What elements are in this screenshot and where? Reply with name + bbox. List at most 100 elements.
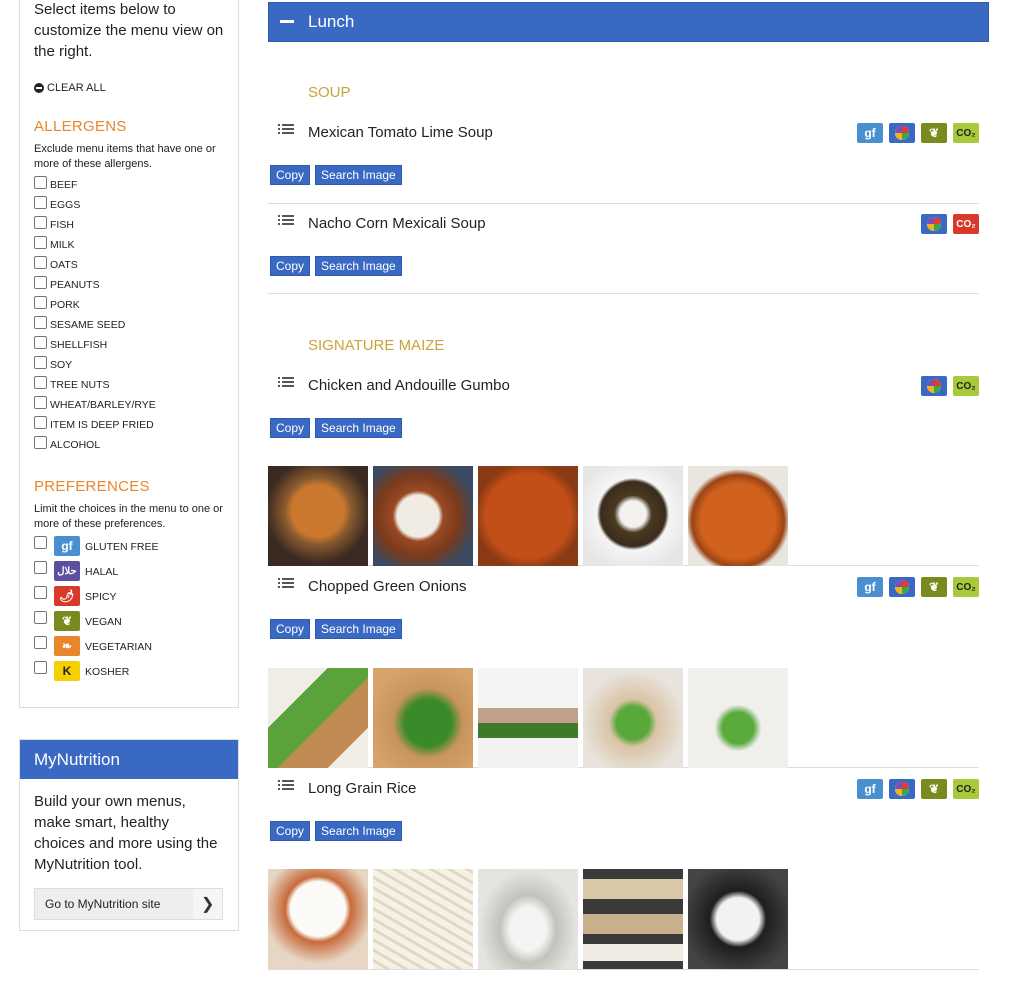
- checkbox[interactable]: [34, 216, 47, 229]
- checkbox[interactable]: [34, 416, 47, 429]
- pref-vegan[interactable]: ❦ VEGAN: [34, 611, 159, 636]
- allergens-desc: Exclude menu items that have one or more…: [34, 143, 216, 170]
- checkbox[interactable]: [34, 376, 47, 389]
- checkbox[interactable]: [34, 586, 47, 599]
- copy-button[interactable]: Copy: [270, 418, 311, 438]
- pref-kosher[interactable]: K KOSHER: [34, 661, 159, 686]
- checkbox[interactable]: [34, 436, 47, 449]
- pref-label: KOSHER: [85, 666, 130, 678]
- search-image-button[interactable]: Search Image: [315, 256, 402, 276]
- preferences-title: PREFERENCES: [34, 478, 150, 495]
- food-image[interactable]: [478, 869, 578, 969]
- checkbox[interactable]: [34, 661, 47, 674]
- allergen-sesame[interactable]: SESAME SEED: [34, 316, 156, 336]
- checkbox[interactable]: [34, 256, 47, 269]
- menu-item: Chicken and Andouille Gumbo CO₂ Copy Sea…: [268, 376, 979, 566]
- food-image[interactable]: [688, 466, 788, 566]
- list-icon[interactable]: [278, 780, 294, 794]
- vegan-icon: ❦: [921, 779, 947, 799]
- vegan-icon: ❦: [921, 577, 947, 597]
- mynutrition-link-button[interactable]: Go to MyNutrition site ❯: [34, 888, 223, 920]
- food-image[interactable]: [268, 466, 368, 566]
- food-image[interactable]: [583, 869, 683, 969]
- checkbox[interactable]: [34, 396, 47, 409]
- pref-spicy[interactable]: 🌶 SPICY: [34, 586, 159, 611]
- allergen-deep-fried[interactable]: ITEM IS DEEP FRIED: [34, 416, 156, 436]
- allergen-alcohol[interactable]: ALCOHOL: [34, 436, 156, 456]
- search-image-button[interactable]: Search Image: [315, 418, 402, 438]
- item-name[interactable]: Nacho Corn Mexicali Soup: [308, 215, 486, 232]
- sidebar-intro: Select items below to customize the menu…: [34, 1, 224, 60]
- search-image-button[interactable]: Search Image: [315, 619, 402, 639]
- food-image[interactable]: [688, 869, 788, 969]
- copy-button[interactable]: Copy: [270, 619, 311, 639]
- checkbox[interactable]: [34, 296, 47, 309]
- mynutrition-title: MyNutrition: [20, 740, 238, 779]
- pref-label: GLUTEN FREE: [85, 541, 159, 553]
- food-image[interactable]: [373, 466, 473, 566]
- allergen-label: SHELLFISH: [50, 339, 108, 351]
- allergen-soy[interactable]: SOY: [34, 356, 156, 376]
- allergen-shellfish[interactable]: SHELLFISH: [34, 336, 156, 356]
- food-image[interactable]: [373, 869, 473, 969]
- allergen-label: OATS: [50, 259, 78, 271]
- list-icon[interactable]: [278, 377, 294, 391]
- menu-item: Nacho Corn Mexicali Soup CO₂ Copy Search…: [268, 214, 979, 294]
- copy-button[interactable]: Copy: [270, 821, 311, 841]
- allergen-peanuts[interactable]: PEANUTS: [34, 276, 156, 296]
- allergen-milk[interactable]: MILK: [34, 236, 156, 256]
- kosher-icon: K: [54, 661, 80, 681]
- item-name[interactable]: Long Grain Rice: [308, 780, 416, 797]
- menu-item: Chopped Green Onions gf ❦ CO₂ Copy Searc…: [268, 577, 979, 768]
- gluten-free-icon: gf: [857, 779, 883, 799]
- item-name[interactable]: Chopped Green Onions: [308, 578, 466, 595]
- checkbox[interactable]: [34, 276, 47, 289]
- allergen-eggs[interactable]: EGGS: [34, 196, 156, 216]
- item-actions: Copy Search Image: [270, 256, 402, 276]
- checkbox[interactable]: [34, 196, 47, 209]
- search-image-button[interactable]: Search Image: [315, 165, 402, 185]
- allergen-label: ITEM IS DEEP FRIED: [50, 419, 154, 431]
- clear-all-button[interactable]: CLEAR ALL: [34, 82, 106, 94]
- meal-toggle-lunch[interactable]: Lunch: [268, 2, 989, 42]
- vegan-icon: ❦: [921, 123, 947, 143]
- checkbox[interactable]: [34, 561, 47, 574]
- allergen-tree-nuts[interactable]: TREE NUTS: [34, 376, 156, 396]
- food-image[interactable]: [268, 668, 368, 768]
- list-icon[interactable]: [278, 578, 294, 592]
- item-name[interactable]: Chicken and Andouille Gumbo: [308, 377, 510, 394]
- category-title: SOUP: [308, 84, 351, 101]
- checkbox[interactable]: [34, 176, 47, 189]
- allergen-oats[interactable]: OATS: [34, 256, 156, 276]
- checkbox[interactable]: [34, 636, 47, 649]
- checkbox[interactable]: [34, 236, 47, 249]
- item-name[interactable]: Mexican Tomato Lime Soup: [308, 124, 493, 141]
- filter-sidebar: Select items below to customize the menu…: [19, 0, 239, 708]
- copy-button[interactable]: Copy: [270, 165, 311, 185]
- food-image[interactable]: [583, 466, 683, 566]
- food-image[interactable]: [478, 668, 578, 768]
- food-image[interactable]: [268, 869, 368, 969]
- checkbox[interactable]: [34, 336, 47, 349]
- checkbox[interactable]: [34, 611, 47, 624]
- food-image[interactable]: [478, 466, 578, 566]
- checkbox[interactable]: [34, 536, 47, 549]
- list-icon[interactable]: [278, 215, 294, 229]
- allergen-fish[interactable]: FISH: [34, 216, 156, 236]
- pref-gluten-free[interactable]: gf GLUTEN FREE: [34, 536, 159, 561]
- food-image[interactable]: [373, 668, 473, 768]
- allergen-beef[interactable]: BEEF: [34, 176, 156, 196]
- search-image-button[interactable]: Search Image: [315, 821, 402, 841]
- checkbox[interactable]: [34, 316, 47, 329]
- pref-vegetarian[interactable]: ❧ VEGETARIAN: [34, 636, 159, 661]
- copy-button[interactable]: Copy: [270, 256, 311, 276]
- allergen-wheat[interactable]: WHEAT/BARLEY/RYE: [34, 396, 156, 416]
- pref-halal[interactable]: حلال HALAL: [34, 561, 159, 586]
- food-image[interactable]: [583, 668, 683, 768]
- allergen-label: SESAME SEED: [50, 319, 126, 331]
- checkbox[interactable]: [34, 356, 47, 369]
- allergen-label: WHEAT/BARLEY/RYE: [50, 399, 156, 411]
- list-icon[interactable]: [278, 124, 294, 138]
- allergen-pork[interactable]: PORK: [34, 296, 156, 316]
- food-image[interactable]: [688, 668, 788, 768]
